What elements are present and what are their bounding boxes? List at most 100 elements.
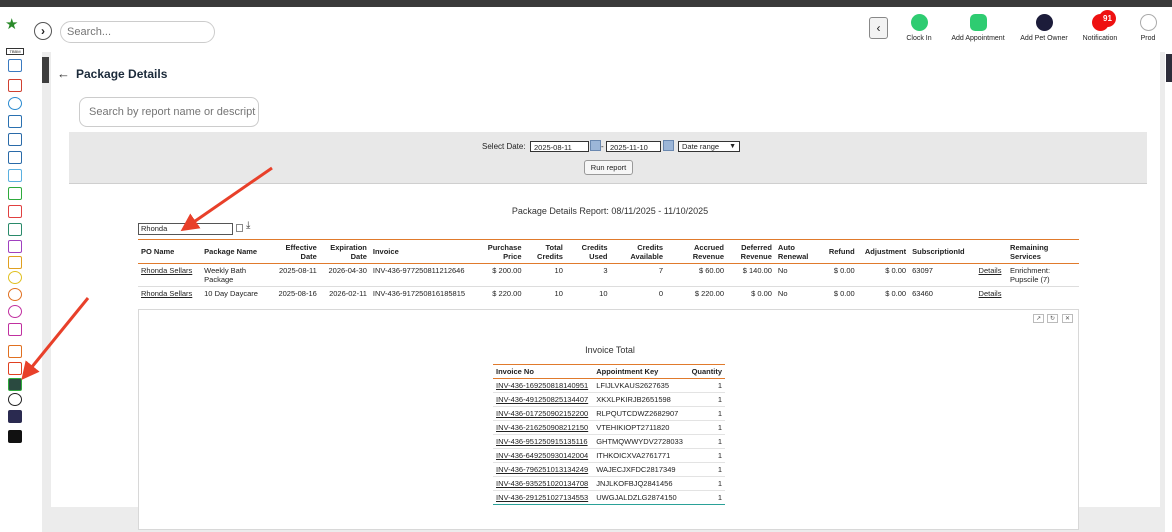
daycare-icon[interactable] xyxy=(8,151,22,164)
po-name-link[interactable]: Rhonda Sellars xyxy=(138,263,202,287)
package-details-table: PO Name Package Name Effective Date Expi… xyxy=(138,239,1079,310)
invoice-row: INV-436-935251020134708 JNJLKOFBJQ2841456… xyxy=(493,476,725,491)
subscription-id: 63460 xyxy=(909,286,976,310)
pet-icon[interactable] xyxy=(8,97,22,110)
export-icon[interactable]: ⤓ xyxy=(246,221,250,231)
col-po-name: PO Name xyxy=(138,239,202,264)
report-search-input[interactable] xyxy=(79,97,259,127)
clock-icon xyxy=(910,14,928,31)
user-add-icon xyxy=(1035,14,1053,31)
total-credits: 10 xyxy=(524,263,566,287)
invoice-link[interactable]: INV-436-649250930142004 xyxy=(493,448,594,463)
schedule-icon[interactable] xyxy=(8,133,22,146)
settings-lock-icon[interactable] xyxy=(8,430,22,443)
invoice-link[interactable]: INV-436-017250902152200 xyxy=(493,406,594,421)
back-arrow-icon[interactable]: ← xyxy=(57,66,70,81)
details-link[interactable]: Details xyxy=(975,263,1008,287)
copy-icon[interactable] xyxy=(236,224,243,232)
clock-in-button[interactable]: Clock In xyxy=(901,14,937,42)
quantity: 1 xyxy=(687,406,725,421)
invoice-link[interactable]: INV-436-216250908212150 xyxy=(493,420,594,435)
invoice-row: INV-436-491250825134407 XKXLPKIRJB2651598… xyxy=(493,392,725,407)
details-link[interactable]: Details xyxy=(975,286,1008,310)
auto-renewal: No xyxy=(774,286,823,310)
select-date-label: Select Date: xyxy=(482,142,526,151)
accrued-revenue: $ 220.00 xyxy=(666,286,728,310)
invoice-link[interactable]: INV-436-169250818140951 xyxy=(493,378,594,393)
calendar-icon[interactable] xyxy=(8,79,22,92)
end-calendar-icon[interactable] xyxy=(663,140,674,151)
date-range-select[interactable]: Date range ▼ xyxy=(678,141,740,152)
time-tracking-icon[interactable] xyxy=(8,393,22,406)
window-top-bar xyxy=(0,0,1172,7)
quantity: 1 xyxy=(687,490,725,505)
billing-icon[interactable] xyxy=(8,205,22,218)
global-search-input[interactable] xyxy=(60,21,215,43)
col-total-credits: Total Credits xyxy=(524,239,566,264)
col-subscription-id: SubscriptionId xyxy=(909,239,976,264)
end-date-input[interactable]: 2025-11-10 xyxy=(606,141,661,152)
col-expiration-date: Expiration Date xyxy=(319,239,370,264)
start-calendar-icon[interactable] xyxy=(590,140,601,151)
start-date-input[interactable]: 2025-08-11 xyxy=(530,141,589,152)
col-invoice-no: Invoice No xyxy=(493,364,594,379)
quantity: 1 xyxy=(687,392,725,407)
appointment-key: LFIJLVKAUS2627635 xyxy=(593,378,688,393)
thumbs-up-icon[interactable] xyxy=(8,345,22,358)
po-name-link[interactable]: Rhonda Sellars xyxy=(138,286,202,310)
refund: $ 0.00 xyxy=(822,286,858,310)
po-name-filter-input[interactable]: Rhonda xyxy=(138,223,233,235)
add-appointment-button[interactable]: Add Appointment xyxy=(946,14,1010,42)
invoice-row: INV-436-649250930142004 ITHKOICXVA2761771… xyxy=(493,448,725,463)
table-row: Rhonda Sellars 10 Day Daycare 2025-08-16… xyxy=(138,286,1079,310)
add-pet-owner-button[interactable]: Add Pet Owner xyxy=(1016,14,1072,42)
loyalty-icon[interactable] xyxy=(8,271,22,284)
invoice-link[interactable]: INV-436-796251013134249 xyxy=(493,462,594,477)
logo-icon[interactable]: ★ xyxy=(5,15,18,33)
people-icon[interactable] xyxy=(8,115,22,128)
effective-date: 2025-08-11 xyxy=(269,263,320,287)
invoice-row: INV-436-169250818140951 LFIJLVKAUS2627635… xyxy=(493,378,725,393)
gallery-icon[interactable] xyxy=(8,323,22,336)
quantity: 1 xyxy=(687,378,725,393)
invoice-link[interactable]: INV-436-935251020134708 xyxy=(493,476,594,491)
reports-icon[interactable] xyxy=(8,378,22,391)
invoice-row: INV-436-951250915135116 GHTMQWWYDV2728033… xyxy=(493,434,725,449)
message-icon[interactable] xyxy=(8,305,22,318)
expand-sidebar-button[interactable]: › xyxy=(34,22,52,40)
col-remaining-services: Remaining Services xyxy=(1007,239,1079,264)
menu-ribbon-icon[interactable]: TBBM xyxy=(6,48,24,55)
cart-icon[interactable] xyxy=(8,223,22,236)
appointment-key: XKXLPKIRJB2651598 xyxy=(593,392,688,407)
inventory-icon[interactable] xyxy=(8,187,22,200)
profile-button[interactable]: Prod xyxy=(1134,14,1162,42)
invoice-row: INV-436-216250908212150 VTEHIKIOPT2711820… xyxy=(493,420,725,435)
grid-icon[interactable] xyxy=(8,169,22,182)
collapse-nav-button[interactable]: ‹ xyxy=(869,17,888,39)
refund: $ 0.00 xyxy=(822,263,858,287)
purchase-price: $ 200.00 xyxy=(472,263,525,287)
invoice-link[interactable]: INV-436-951250915135116 xyxy=(493,434,594,449)
marketing-icon[interactable] xyxy=(8,362,22,375)
close-icon[interactable]: ✕ xyxy=(1062,314,1073,323)
groom-icon[interactable] xyxy=(8,256,22,269)
tag-icon[interactable] xyxy=(8,240,22,253)
refresh-icon[interactable]: ↻ xyxy=(1047,314,1058,323)
appointment-key: RLPQUTCDWZ2682907 xyxy=(593,406,688,421)
admin-icon[interactable] xyxy=(8,410,22,423)
invoice-link[interactable]: INV-436-291251027134553 xyxy=(493,490,594,505)
accrued-revenue: $ 60.00 xyxy=(666,263,728,287)
col-deferred-revenue: Deferred Revenue xyxy=(727,239,775,264)
total-credits: 10 xyxy=(524,286,566,310)
col-adjustment: Adjustment xyxy=(857,239,910,264)
calendar-add-icon xyxy=(969,14,987,31)
staff-icon[interactable] xyxy=(8,288,22,301)
invoice-number: INV-436-917250816185815 xyxy=(369,286,473,310)
dashboard-icon[interactable] xyxy=(8,59,22,72)
left-sidebar: ★ TBBM xyxy=(0,7,30,532)
col-credits-available: Credits Available xyxy=(610,239,667,264)
invoice-link[interactable]: INV-436-491250825134407 xyxy=(493,392,594,407)
right-edge-tab xyxy=(1166,54,1172,82)
popout-icon[interactable]: ↗ xyxy=(1033,314,1044,323)
run-report-button[interactable]: Run report xyxy=(584,160,633,175)
